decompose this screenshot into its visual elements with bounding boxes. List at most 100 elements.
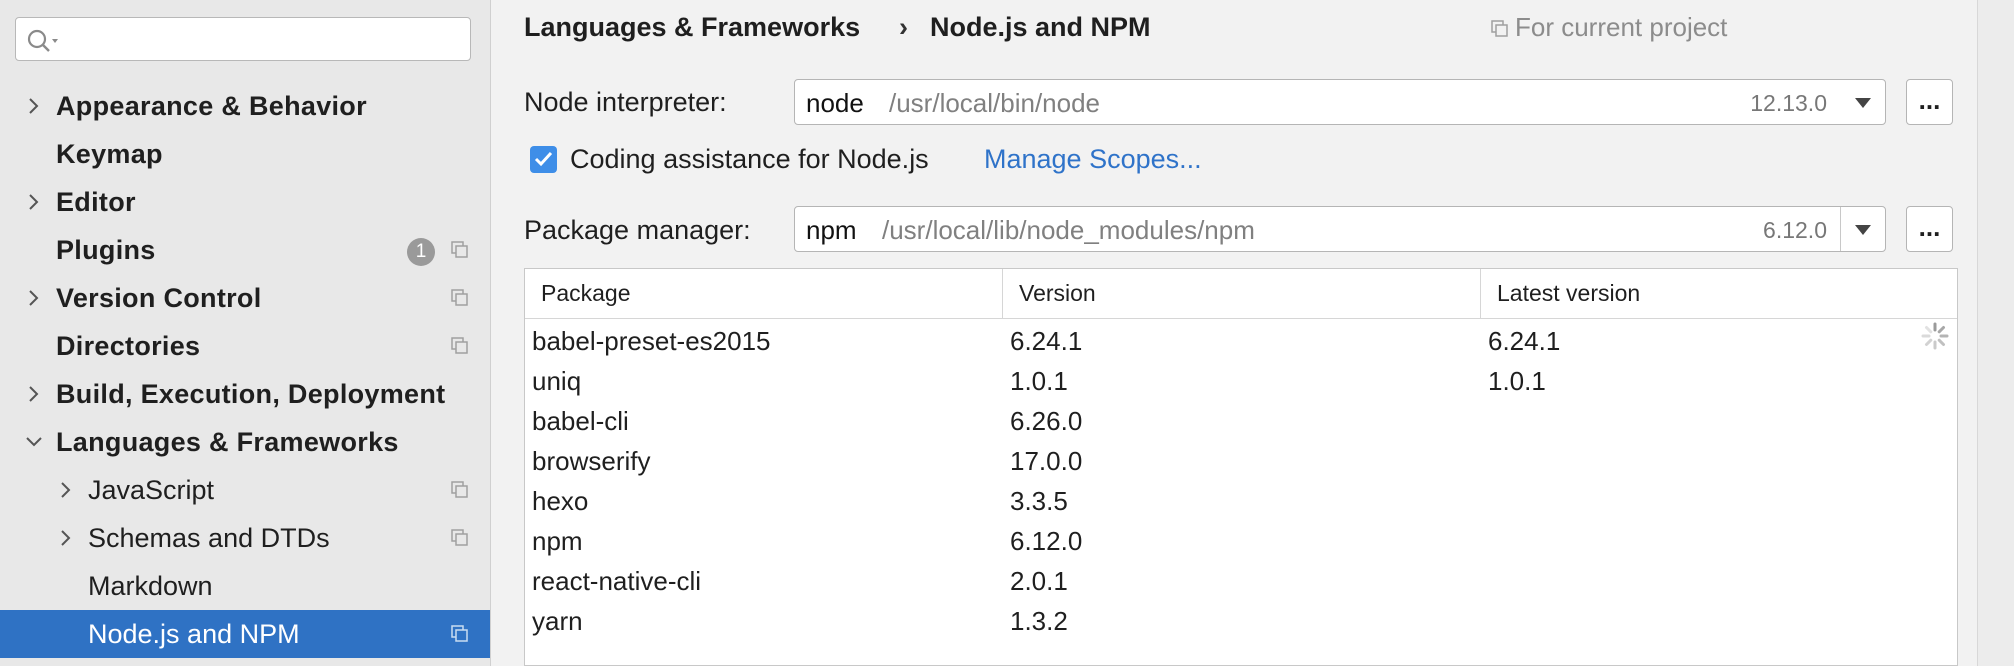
version-cell: 3.3.5 — [1010, 486, 1068, 516]
search-icon — [27, 29, 58, 52]
sidebar-item-keymap[interactable]: Keymap — [0, 130, 490, 178]
sidebar-item-label: Node.js and NPM — [88, 619, 300, 649]
sidebar-item-label: Keymap — [56, 139, 163, 169]
table-row[interactable]: babel-preset-es2015 6.24.1 6.24.1 — [525, 321, 1957, 361]
project-settings-icon — [451, 625, 468, 642]
package-manager-select[interactable]: npm /usr/local/lib/node_modules/npm 6.12… — [794, 206, 1886, 252]
interpreter-name: node — [806, 88, 864, 118]
package-name-cell: uniq — [532, 366, 582, 396]
sidebar-item-label: Plugins — [56, 235, 156, 265]
chevron-right-icon[interactable] — [24, 192, 44, 212]
sidebar-item-markdown[interactable]: Markdown — [0, 562, 490, 610]
coding-assistance-checkbox[interactable] — [530, 146, 557, 173]
chevron-right-icon[interactable] — [24, 288, 44, 308]
column-header-package[interactable]: Package — [525, 269, 1003, 318]
package-name-cell: react-native-cli — [532, 566, 702, 596]
project-settings-icon — [451, 289, 468, 306]
version-cell: 17.0.0 — [1010, 446, 1083, 476]
sidebar-item-build-execution-deployment[interactable]: Build, Execution, Deployment — [0, 370, 490, 418]
settings-sidebar: Appearance & Behavior Keymap Editor Plug… — [0, 0, 491, 666]
chevron-right-icon[interactable] — [24, 96, 44, 116]
package-name-cell: npm — [532, 526, 583, 556]
search-input[interactable] — [68, 24, 462, 56]
table-header: Package Version Latest version — [525, 269, 1957, 319]
package-name-cell: babel-preset-es2015 — [532, 326, 771, 356]
package-manager-version: 6.12.0 — [1763, 217, 1827, 243]
package-manager-path: /usr/local/lib/node_modules/npm — [882, 215, 1255, 245]
chevron-right-icon[interactable] — [24, 384, 44, 404]
sidebar-item-directories[interactable]: Directories — [0, 322, 490, 370]
updates-count-badge: 1 — [407, 238, 435, 266]
sidebar-item-label: Build, Execution, Deployment — [56, 379, 446, 409]
sidebar-item-nodejs-npm[interactable]: Node.js and NPM — [0, 610, 490, 658]
chevron-down-icon — [1855, 98, 1871, 108]
interpreter-version: 12.13.0 — [1750, 90, 1827, 116]
version-cell: 6.12.0 — [1010, 526, 1083, 556]
table-row[interactable]: babel-cli 6.26.0 — [525, 401, 1957, 441]
project-settings-icon — [451, 337, 468, 354]
project-settings-icon — [451, 241, 468, 258]
project-settings-icon — [451, 529, 468, 546]
version-cell: 6.26.0 — [1010, 406, 1083, 436]
latest-version-cell: 6.24.1 — [1488, 326, 1561, 356]
sidebar-item-version-control[interactable]: Version Control — [0, 274, 490, 322]
table-row[interactable]: npm 6.12.0 — [525, 521, 1957, 561]
scope-label: For current project — [1515, 12, 1728, 42]
package-name-cell: yarn — [532, 606, 583, 636]
page-title: Node.js and NPM — [930, 12, 1151, 42]
package-manager-name: npm — [806, 215, 857, 245]
version-cell: 2.0.1 — [1010, 566, 1068, 596]
packages-table[interactable]: Package Version Latest version babel-pre… — [524, 268, 1958, 666]
breadcrumb-separator: › — [899, 12, 908, 42]
chevron-down-icon — [1855, 225, 1871, 235]
node-interpreter-select[interactable]: node /usr/local/bin/node 12.13.0 — [794, 79, 1886, 125]
coding-assistance-label[interactable]: Coding assistance for Node.js — [570, 144, 929, 175]
table-row[interactable]: uniq 1.0.1 1.0.1 — [525, 361, 1957, 401]
latest-version-cell: 1.0.1 — [1488, 366, 1546, 396]
sidebar-item-label: Languages & Frameworks — [56, 427, 399, 457]
package-name-cell: browserify — [532, 446, 651, 476]
version-cell: 1.0.1 — [1010, 366, 1068, 396]
package-name-cell: babel-cli — [532, 406, 629, 436]
settings-search-box[interactable] — [15, 17, 471, 61]
package-manager-label: Package manager: — [524, 215, 751, 245]
chevron-down-icon[interactable] — [24, 432, 44, 452]
package-name-cell: hexo — [532, 486, 589, 516]
table-row[interactable]: react-native-cli 2.0.1 — [525, 561, 1957, 601]
sidebar-item-appearance-behavior[interactable]: Appearance & Behavior — [0, 82, 490, 130]
adjacent-window-edge — [1977, 0, 2014, 666]
table-row[interactable]: browserify 17.0.0 — [525, 441, 1957, 481]
column-header-version[interactable]: Version — [1003, 269, 1481, 318]
version-cell: 6.24.1 — [1010, 326, 1083, 356]
version-cell: 1.3.2 — [1010, 606, 1068, 636]
project-settings-icon — [1491, 20, 1508, 37]
sidebar-item-label: Appearance & Behavior — [56, 91, 367, 121]
column-header-latest-version[interactable]: Latest version — [1481, 269, 1957, 318]
chevron-right-icon[interactable] — [56, 528, 76, 548]
sidebar-item-label: Directories — [56, 331, 201, 361]
sidebar-item-plugins[interactable]: Plugins 1 — [0, 226, 490, 274]
checkmark-icon — [534, 151, 553, 167]
sidebar-item-label: Markdown — [88, 571, 213, 601]
interpreter-dropdown-button[interactable] — [1841, 80, 1885, 124]
interpreter-path: /usr/local/bin/node — [889, 88, 1101, 118]
node-interpreter-label: Node interpreter: — [524, 87, 727, 117]
table-row[interactable]: yarn 1.3.2 — [525, 601, 1957, 641]
sidebar-item-editor[interactable]: Editor — [0, 178, 490, 226]
sidebar-item-label: Version Control — [56, 283, 262, 313]
project-settings-icon — [451, 481, 468, 498]
browse-package-manager-button[interactable]: ... — [1906, 206, 1953, 252]
sidebar-item-label: Editor — [56, 187, 136, 217]
scope-indicator: For current project — [1491, 12, 1727, 43]
package-manager-dropdown-button[interactable] — [1840, 207, 1885, 251]
table-row[interactable]: hexo 3.3.5 — [525, 481, 1957, 521]
browse-interpreter-button[interactable]: ... — [1906, 79, 1953, 125]
sidebar-item-label: Schemas and DTDs — [88, 523, 330, 553]
manage-scopes-link[interactable]: Manage Scopes... — [984, 144, 1202, 175]
sidebar-item-languages-frameworks[interactable]: Languages & Frameworks — [0, 418, 490, 466]
sidebar-item-javascript[interactable]: JavaScript — [0, 466, 490, 514]
chevron-right-icon[interactable] — [56, 480, 76, 500]
breadcrumb-parent[interactable]: Languages & Frameworks — [524, 12, 860, 43]
sidebar-item-label: JavaScript — [88, 475, 215, 505]
sidebar-item-schemas-dtds[interactable]: Schemas and DTDs — [0, 514, 490, 562]
